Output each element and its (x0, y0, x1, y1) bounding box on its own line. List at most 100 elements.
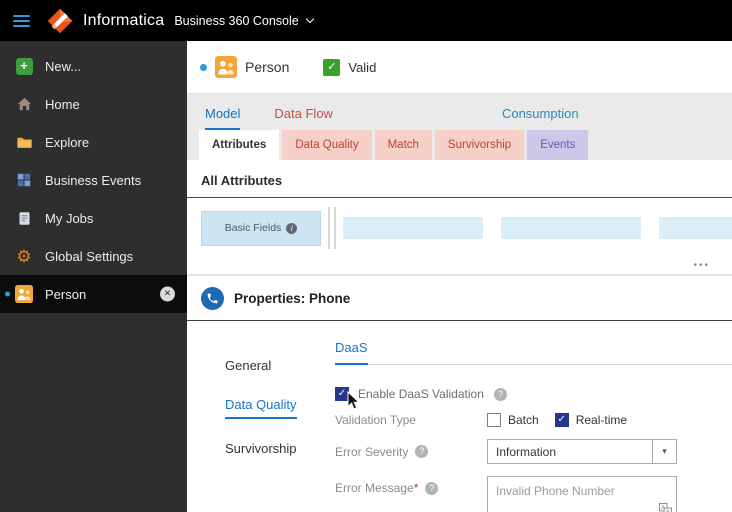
batch-option: Batch (487, 413, 539, 427)
enable-daas-checkbox[interactable]: ✓ (335, 387, 349, 401)
validation-type-label: Validation Type (335, 413, 416, 427)
enable-daas-label: Enable DaaS Validation (358, 387, 484, 401)
asset-header: Person ✓ Valid (187, 41, 732, 93)
sidebar: + New... Home Explore Business Events My… (0, 41, 187, 512)
properties-nav-general[interactable]: General (225, 358, 271, 373)
subtab-events[interactable]: Events (527, 130, 589, 160)
phone-icon (201, 287, 224, 310)
tabs-band: Model Data Flow Consumption Attributes D… (187, 93, 732, 160)
check-icon: ✓ (557, 414, 566, 425)
sidebar-item-label: Business Events (45, 172, 142, 188)
main-tabs: Model Data Flow Consumption (187, 103, 732, 130)
informatica-logo-icon (46, 7, 74, 35)
subtab-match[interactable]: Match (374, 130, 432, 160)
brand-name: Informatica (83, 11, 165, 29)
properties-header: Properties: Phone (187, 276, 732, 321)
attribute-field-placeholder[interactable] (501, 217, 641, 239)
sidebar-item-label: My Jobs (45, 210, 94, 226)
main-content: Person ✓ Valid Model Data Flow Consumpti… (187, 41, 732, 512)
realtime-option: ✓ Real-time (554, 413, 628, 427)
unsaved-indicator-dot (200, 63, 207, 71)
sidebar-item-home[interactable]: Home (0, 85, 187, 123)
sidebar-item-label: Global Settings (45, 248, 134, 264)
basic-fields-group[interactable]: Basic Fields i (201, 210, 321, 246)
sidebar-item-label: New... (45, 58, 82, 74)
person-entity-icon (15, 285, 33, 303)
sidebar-item-new[interactable]: + New... (0, 47, 187, 85)
panel-resize-handle[interactable]: ••• (187, 258, 732, 274)
attribute-groups-row: Basic Fields i (187, 198, 732, 258)
help-icon[interactable]: ? (425, 481, 439, 495)
properties-nav: General Data Quality Survivorship (225, 321, 335, 512)
model-subtabs: Attributes Data Quality Match Survivorsh… (187, 130, 732, 160)
error-severity-row: Error Severity ? Information ▾ (335, 439, 732, 464)
plus-icon: + (15, 57, 33, 75)
close-icon[interactable]: × (160, 286, 175, 302)
error-message-value: Invalid Phone Number (496, 484, 615, 498)
enable-daas-row: ✓ Enable DaaS Validation ? (335, 387, 732, 401)
unsaved-indicator-dot (5, 291, 10, 297)
tab-data-flow[interactable]: Data Flow (274, 106, 333, 130)
help-icon[interactable]: ? (493, 387, 507, 401)
chevron-down-icon (305, 14, 314, 23)
sidebar-item-global-settings[interactable]: ⚙ Global Settings (0, 237, 187, 275)
error-message-input[interactable]: Invalid Phone Number A (487, 476, 677, 512)
error-message-row: Error Message* ? Invalid Phone Number A (335, 476, 732, 512)
sidebar-item-business-events[interactable]: Business Events (0, 161, 187, 199)
tab-consumption[interactable]: Consumption (502, 106, 579, 130)
sidebar-item-label: Home (45, 96, 80, 112)
batch-checkbox[interactable] (487, 413, 501, 427)
all-attributes-title: All Attributes (187, 160, 732, 198)
error-severity-dropdown[interactable]: Information ▾ (487, 439, 677, 464)
tab-model[interactable]: Model (205, 106, 241, 130)
valid-status-label: Valid (348, 59, 377, 75)
sidebar-item-label: Person (45, 286, 87, 302)
topbar: Informatica Business 360 Console (0, 0, 732, 41)
error-message-label: Error Message* (335, 481, 419, 495)
group-divider-handle[interactable] (328, 207, 336, 249)
check-icon: ✓ (327, 60, 337, 73)
app-name: Business 360 Console (174, 13, 299, 28)
properties-nav-survivorship[interactable]: Survivorship (225, 441, 297, 456)
panel-tabs: DaaS (335, 339, 732, 365)
data-quality-panel: DaaS ✓ Enable DaaS Validation ? Validati… (335, 321, 732, 512)
attribute-field-placeholder[interactable] (343, 217, 483, 239)
validation-type-row: Validation Type Batch ✓ Real-time (335, 413, 732, 427)
dropdown-caret-icon[interactable]: ▾ (652, 440, 676, 463)
required-asterisk: * (413, 481, 419, 495)
error-severity-value: Information (496, 444, 557, 459)
sidebar-item-person[interactable]: Person × (0, 275, 187, 313)
subtab-attributes[interactable]: Attributes (199, 130, 280, 160)
error-severity-label: Error Severity (335, 444, 409, 459)
check-icon: ✓ (337, 388, 347, 399)
batch-label: Batch (508, 413, 539, 427)
attribute-field-placeholder[interactable] (659, 217, 732, 239)
gear-icon: ⚙ (16, 246, 32, 266)
business-events-icon (15, 171, 33, 189)
hamburger-menu-icon[interactable] (13, 14, 30, 27)
realtime-label: Real-time (575, 413, 628, 427)
valid-status-checkbox: ✓ (323, 58, 341, 76)
subtab-data-quality[interactable]: Data Quality (282, 130, 372, 160)
home-icon (15, 95, 33, 113)
app-switcher[interactable]: Business 360 Console (174, 13, 314, 28)
basic-fields-label: Basic Fields (224, 222, 282, 234)
sidebar-item-explore[interactable]: Explore (0, 123, 187, 161)
folder-icon (15, 133, 33, 151)
subtab-survivorship[interactable]: Survivorship (434, 130, 525, 160)
asset-name: Person (245, 59, 290, 75)
business-360-console-window: Informatica Business 360 Console + New..… (0, 0, 732, 512)
sidebar-item-label: Explore (45, 134, 90, 150)
info-badge-icon: i (286, 222, 298, 234)
daas-form: ✓ Enable DaaS Validation ? Validation Ty… (335, 365, 732, 512)
sidebar-item-my-jobs[interactable]: My Jobs (0, 199, 187, 237)
help-icon[interactable]: ? (415, 445, 429, 458)
jobs-document-icon (15, 209, 33, 227)
properties-title: Properties: Phone (234, 291, 351, 306)
realtime-checkbox[interactable]: ✓ (554, 413, 569, 427)
translate-icon[interactable]: A (659, 503, 672, 512)
tab-daas[interactable]: DaaS (335, 340, 368, 365)
properties-body: General Data Quality Survivorship DaaS ✓… (187, 321, 732, 512)
person-entity-icon (215, 56, 237, 78)
properties-nav-data-quality[interactable]: Data Quality (225, 397, 297, 419)
